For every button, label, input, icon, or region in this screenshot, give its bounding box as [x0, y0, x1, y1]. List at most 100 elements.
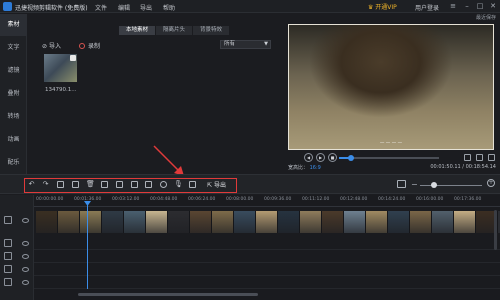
timeline-zoom-slider[interactable] — [420, 182, 482, 188]
sidebar-item-music[interactable]: 配乐 — [0, 152, 27, 174]
import-icon: ⊘ — [42, 43, 49, 50]
copy-icon[interactable] — [72, 181, 79, 188]
clip-frame — [146, 211, 168, 233]
snapshot-icon[interactable] — [464, 154, 471, 161]
sidebar-item-text[interactable]: 文字 — [0, 37, 27, 59]
clip-frame — [168, 211, 190, 233]
ruler-tick-label: 00:11:12.00 — [302, 197, 330, 202]
fullscreen-icon[interactable] — [488, 154, 495, 161]
redo-icon[interactable]: ↷ — [42, 181, 49, 188]
fit-timeline-icon[interactable] — [397, 180, 406, 188]
timeline-ruler[interactable]: 00:00:00.00 00:01:36.00 00:03:12.00 00:04:4… — [34, 195, 500, 207]
volume-icon[interactable] — [476, 154, 483, 161]
visibility-icon[interactable] — [22, 267, 29, 272]
voice-icon[interactable]: 🎙 — [174, 181, 183, 188]
sidebar-item-media[interactable]: 素材 — [0, 14, 27, 36]
undo-icon[interactable]: ↶ — [28, 181, 35, 188]
aspect-ratio[interactable]: 宽高比： 16:9 — [288, 164, 321, 171]
import-button[interactable]: ⊘ 导入 — [42, 41, 61, 50]
seek-bar[interactable] — [339, 155, 439, 161]
overlay-track[interactable] — [34, 237, 500, 250]
visibility-icon[interactable] — [22, 280, 29, 285]
freeze-icon[interactable] — [116, 181, 123, 188]
zoom-in-icon[interactable]: + — [487, 179, 495, 187]
close-icon[interactable]: ✕ — [488, 1, 498, 12]
record-label: 录制 — [88, 43, 101, 50]
edit-icon[interactable] — [57, 181, 64, 188]
tab-local-media[interactable]: 本地素材 — [119, 26, 155, 35]
clip-frame — [212, 211, 234, 233]
media-thumbnail[interactable] — [44, 54, 77, 82]
filter-value: 所有 — [224, 41, 236, 47]
speed-icon[interactable] — [160, 181, 167, 188]
zoom-out-icon[interactable]: − — [411, 180, 418, 189]
crop-icon[interactable] — [101, 181, 108, 188]
app-title: 迅捷视频剪辑软件 (免费版) — [15, 5, 88, 12]
delete-icon[interactable]: 🗑 — [86, 181, 95, 188]
minimize-icon[interactable]: – — [462, 1, 472, 12]
media-filter-select[interactable]: 所有 ▼ — [220, 40, 271, 49]
ruler-tick-label: 00:09:36.00 — [264, 197, 292, 202]
tab-background-fx[interactable]: 背景特效 — [193, 26, 229, 35]
ruler-tick-label: 00:04:48.00 — [150, 197, 178, 202]
record-button[interactable]: 录制 — [79, 41, 100, 50]
text-track[interactable] — [34, 250, 500, 263]
clip-frame — [454, 211, 476, 233]
overlay-track-icon — [4, 239, 12, 247]
stop-icon[interactable]: ■ — [328, 153, 337, 162]
timeline: 00:00:00.00 00:01:36.00 00:03:12.00 00:04:4… — [0, 195, 500, 300]
visibility-icon[interactable] — [22, 241, 29, 246]
clip-frame — [36, 211, 58, 233]
mosaic-icon[interactable] — [131, 181, 138, 188]
export-button[interactable]: ⇱ 导出 — [207, 180, 226, 189]
split-icon[interactable] — [189, 181, 196, 188]
clip-frame — [366, 211, 388, 233]
ruler-tick-label: 00:12:48.00 — [340, 197, 368, 202]
menu-icon[interactable]: ≡ — [448, 1, 458, 12]
ruler-tick-label: 00:17:36.00 — [454, 197, 482, 202]
visibility-icon[interactable] — [22, 218, 29, 223]
music-track[interactable] — [34, 263, 500, 276]
vertical-scrollbar[interactable] — [494, 210, 497, 250]
vip-button[interactable]: ♛ 开通VIP — [368, 2, 397, 11]
sidebar: 素材 文字 滤镜 叠附 转场 动画 配乐 — [0, 14, 27, 174]
sidebar-item-filter[interactable]: 滤镜 — [0, 60, 27, 82]
sidebar-item-transition[interactable]: 转场 — [0, 106, 27, 128]
recent-save-label: 最近保存 — [475, 15, 496, 21]
tab-intro[interactable]: 隔离片头 — [156, 26, 192, 35]
clip-frame — [190, 211, 212, 233]
preview-panel: 最近保存 — — — — ◀ ▶ ■ 宽高比： 16:9 00:01:50.11… — [284, 14, 500, 174]
clip-frame — [256, 211, 278, 233]
play-icon[interactable]: ▶ — [316, 153, 325, 162]
media-file-name: 134790.1... — [45, 87, 77, 93]
sidebar-item-overlay[interactable]: 叠附 — [0, 83, 27, 105]
menu-help[interactable]: 帮助 — [163, 3, 175, 12]
visibility-icon[interactable] — [22, 254, 29, 259]
audio-track-icon — [4, 278, 12, 286]
ruler-tick-label: 00:03:12.00 — [112, 197, 140, 202]
clip-frame — [102, 211, 124, 233]
playhead[interactable] — [87, 204, 88, 289]
clip-frame — [410, 211, 432, 233]
login-button[interactable]: 用户登录 — [415, 3, 439, 12]
zoom-handle[interactable] — [430, 182, 437, 188]
export-label: 导出 — [213, 182, 226, 189]
menu-file[interactable]: 文件 — [95, 3, 107, 12]
menu-export[interactable]: 导出 — [140, 3, 152, 12]
ruler-tick-label: 00:06:24.00 — [188, 197, 216, 202]
ruler-tick-label: 00:08:00.00 — [226, 197, 254, 202]
maximize-icon[interactable]: □ — [475, 1, 485, 12]
ruler-tick-label: 00:16:00.00 — [416, 197, 444, 202]
audio-track[interactable] — [34, 276, 500, 289]
seek-handle[interactable] — [348, 155, 354, 161]
ratio-value: 16:9 — [309, 165, 321, 171]
preview-video[interactable]: — — — — — [289, 25, 493, 149]
horizontal-scrollbar[interactable] — [78, 293, 258, 296]
video-track-icon — [4, 216, 12, 224]
clip-frame — [124, 211, 146, 233]
caption-icon[interactable] — [145, 181, 152, 188]
menu-edit[interactable]: 编辑 — [118, 3, 130, 12]
video-track-clip[interactable] — [36, 211, 500, 233]
sidebar-item-animation[interactable]: 动画 — [0, 129, 27, 151]
prev-frame-icon[interactable]: ◀ — [304, 153, 313, 162]
